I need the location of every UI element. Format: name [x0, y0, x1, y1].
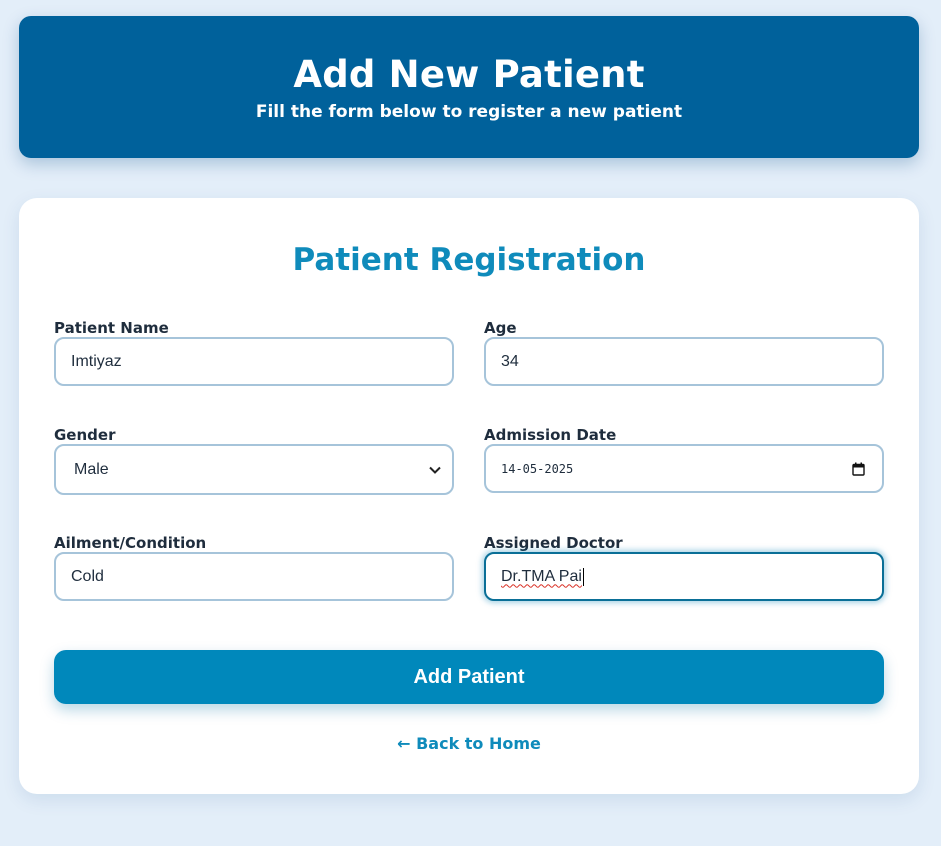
calendar-icon[interactable]: [852, 462, 866, 476]
gender-value: Male: [74, 460, 109, 478]
admission-date-value: 14-05-2025: [501, 461, 574, 476]
patient-name-value: Imtiyaz: [71, 352, 122, 370]
admission-date-label: Admission Date: [484, 426, 617, 444]
age-label: Age: [484, 319, 517, 337]
patient-name-group: Patient Name Imtiyaz: [54, 319, 454, 386]
doctor-group: Assigned Doctor Dr.TMA Pai: [484, 534, 884, 601]
patient-name-label: Patient Name: [54, 319, 169, 337]
page-subtitle: Fill the form below to register a new pa…: [255, 102, 683, 122]
doctor-label: Assigned Doctor: [484, 534, 623, 552]
page-header: Add New Patient Fill the form below to r…: [19, 16, 919, 158]
patient-name-input[interactable]: Imtiyaz: [54, 337, 454, 386]
back-to-home-link[interactable]: ← Back to Home: [19, 734, 919, 754]
registration-card: Patient Registration Patient Name Imtiya…: [19, 198, 919, 794]
gender-group: Gender Male: [54, 426, 454, 495]
age-input[interactable]: 34: [484, 337, 884, 386]
doctor-input[interactable]: Dr.TMA Pai: [484, 552, 884, 601]
ailment-value: Cold: [71, 567, 104, 585]
gender-select[interactable]: Male: [54, 444, 454, 495]
admission-date-group: Admission Date 14-05-2025: [484, 426, 884, 493]
doctor-value: Dr.TMA Pai: [501, 567, 582, 585]
ailment-input[interactable]: Cold: [54, 552, 454, 601]
gender-label: Gender: [54, 426, 116, 444]
page-title: Add New Patient: [293, 53, 645, 96]
ailment-group: Ailment/Condition Cold: [54, 534, 454, 601]
chevron-down-icon: [428, 463, 442, 477]
age-group: Age 34: [484, 319, 884, 386]
text-caret: [582, 567, 584, 586]
form-title: Patient Registration: [292, 242, 646, 278]
age-value: 34: [501, 352, 519, 370]
admission-date-input[interactable]: 14-05-2025: [484, 444, 884, 493]
add-patient-button[interactable]: Add Patient: [54, 650, 884, 704]
ailment-label: Ailment/Condition: [54, 534, 207, 552]
